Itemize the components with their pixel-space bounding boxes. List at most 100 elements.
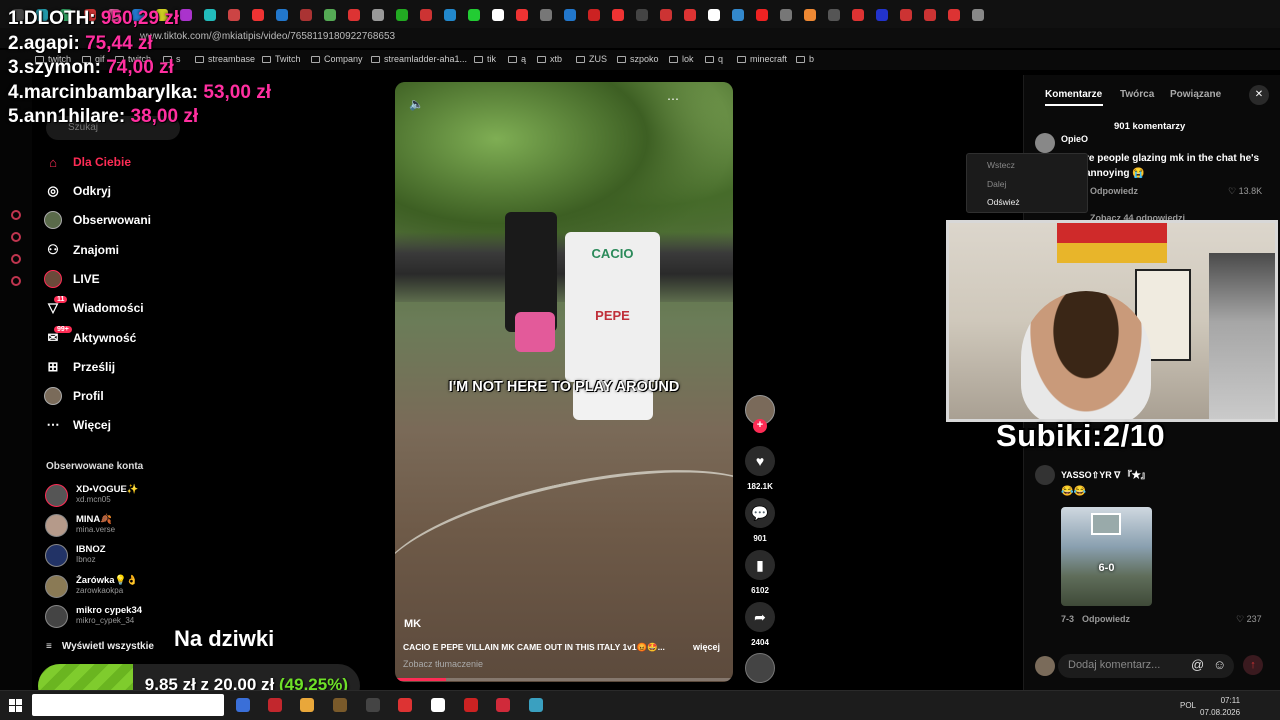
taskbar-app-icon[interactable] xyxy=(496,698,510,712)
browser-tab-favicon[interactable] xyxy=(972,9,984,21)
browser-tab-favicon[interactable] xyxy=(636,9,648,21)
nav-item-following[interactable]: Obserwowani xyxy=(44,208,151,232)
taskbar-app-icon[interactable] xyxy=(431,698,445,712)
nav-item-more[interactable]: ⋯ Więcej xyxy=(44,413,111,437)
bookmark-item[interactable]: streamladder-aha1... xyxy=(371,54,467,64)
bookmark-item[interactable]: ą xyxy=(508,54,526,64)
reply-button[interactable]: Odpowiedz xyxy=(1090,186,1138,196)
browser-tab-favicon[interactable] xyxy=(468,9,480,21)
nav-item-live[interactable]: LIVE xyxy=(44,267,100,291)
video-player[interactable]: CACIO PEPE 🔈 ⋯ I'M NOT HERE TO PLAY AROU… xyxy=(395,82,733,682)
browser-tab-favicon[interactable] xyxy=(348,9,360,21)
mention-icon[interactable]: @ xyxy=(1191,657,1204,672)
nav-item-upload[interactable]: ⊞ Prześlij xyxy=(44,355,115,379)
tray-language[interactable]: POL xyxy=(1180,701,1196,710)
bookmark-item[interactable]: tik xyxy=(474,54,496,64)
bookmark-item[interactable]: xtb xyxy=(537,54,562,64)
tray-clock[interactable]: 07:11 07.08.2026 xyxy=(1200,695,1240,719)
nav-item-profile[interactable]: Profil xyxy=(44,384,104,408)
close-icon[interactable]: ✕ xyxy=(1249,85,1269,105)
taskbar-app-icon[interactable] xyxy=(398,698,412,712)
browser-tab-favicon[interactable] xyxy=(924,9,936,21)
bookmark-item[interactable]: szpoko xyxy=(617,54,659,64)
taskbar-app-icon[interactable] xyxy=(333,698,347,712)
bookmark-item[interactable]: b xyxy=(796,54,814,64)
browser-tab-favicon[interactable] xyxy=(492,9,504,21)
bookmark-item[interactable]: lok xyxy=(669,54,694,64)
comment-like[interactable]: ♡ 13.8K xyxy=(1228,186,1262,197)
followed-account[interactable]: MINA🍂 mina.verse xyxy=(45,513,195,541)
send-button[interactable]: ↑ xyxy=(1243,655,1263,675)
avatar[interactable] xyxy=(1035,133,1055,153)
nav-item-for-you[interactable]: ⌂ Dla Ciebie xyxy=(44,150,131,174)
tab-related[interactable]: Powiązane xyxy=(1170,89,1221,100)
translate-link[interactable]: Zobacz tłumaczenie xyxy=(403,659,483,669)
comment-image[interactable]: 6-0 xyxy=(1061,507,1152,606)
followed-account[interactable]: XD•VOGUE✨ xd.mcn05 xyxy=(45,483,195,511)
taskbar-search-box[interactable] xyxy=(32,694,224,716)
share-button[interactable]: ➦ 2404 xyxy=(745,602,775,647)
video-progress-bar[interactable] xyxy=(395,678,733,681)
comment-username[interactable]: YASSO⇧YR ∇ 『★』 xyxy=(1061,468,1150,481)
save-button[interactable]: ▮ 6102 xyxy=(745,550,775,595)
taskbar-app-icon[interactable] xyxy=(300,698,314,712)
avatar[interactable] xyxy=(1035,465,1055,485)
sidebar-app-icon[interactable] xyxy=(11,210,21,220)
browser-tab-favicon[interactable] xyxy=(420,9,432,21)
browser-tab-favicon[interactable] xyxy=(900,9,912,21)
followed-account[interactable]: mikro cypek34 mikro_cypek_34 xyxy=(45,604,195,632)
browser-tab-favicon[interactable] xyxy=(276,9,288,21)
browser-tab-favicon[interactable] xyxy=(516,9,528,21)
browser-tab-favicon[interactable] xyxy=(756,9,768,21)
nav-item-friends[interactable]: ⚇ Znajomi xyxy=(44,238,119,262)
context-reload[interactable]: Odśwież xyxy=(987,197,1020,207)
comment-like[interactable]: ♡ 237 xyxy=(1236,614,1262,625)
taskbar-app-icon[interactable] xyxy=(529,698,543,712)
sidebar-app-icon[interactable] xyxy=(11,254,21,264)
context-back[interactable]: Wstecz xyxy=(987,160,1015,170)
taskbar-app-icon[interactable] xyxy=(236,698,250,712)
sidebar-app-icon[interactable] xyxy=(11,232,21,242)
taskbar-app-icon[interactable] xyxy=(268,698,282,712)
browser-tab-favicon[interactable] xyxy=(396,9,408,21)
context-forward[interactable]: Dalej xyxy=(987,179,1006,189)
browser-tab-favicon[interactable] xyxy=(588,9,600,21)
browser-tab-favicon[interactable] xyxy=(444,9,456,21)
browser-tab-favicon[interactable] xyxy=(804,9,816,21)
browser-tab-favicon[interactable] xyxy=(684,9,696,21)
browser-tab-favicon[interactable] xyxy=(828,9,840,21)
comment-button[interactable]: 💬 901 xyxy=(745,498,775,543)
browser-tab-favicon[interactable] xyxy=(948,9,960,21)
like-button[interactable]: ♥ 182.1K xyxy=(745,446,775,491)
followed-account[interactable]: IBNOZ Ibnoz xyxy=(45,543,195,571)
follow-plus-icon[interactable]: + xyxy=(753,419,767,433)
browser-tab-favicon[interactable] xyxy=(564,9,576,21)
browser-tab-favicon[interactable] xyxy=(612,9,624,21)
nav-item-explore[interactable]: ◎ Odkryj xyxy=(44,179,111,203)
taskbar-app-icon[interactable] xyxy=(366,698,380,712)
comment-input[interactable]: Dodaj komentarz... @ ☺ xyxy=(1058,654,1234,678)
emoji-icon[interactable]: ☺ xyxy=(1213,657,1226,672)
browser-tab-favicon[interactable] xyxy=(852,9,864,21)
tab-creator[interactable]: Twórca xyxy=(1120,89,1154,100)
browser-tab-favicon[interactable] xyxy=(300,9,312,21)
browser-tab-favicon[interactable] xyxy=(780,9,792,21)
bookmark-item[interactable]: q xyxy=(705,54,723,64)
browser-tab-favicon[interactable] xyxy=(372,9,384,21)
nav-item-activity[interactable]: ✉ 99+ Aktywność xyxy=(44,326,136,350)
taskbar-app-icon[interactable] xyxy=(464,698,478,712)
bookmark-item[interactable]: ZUS xyxy=(576,54,607,64)
browser-tab-favicon[interactable] xyxy=(324,9,336,21)
music-disc-icon[interactable] xyxy=(745,653,775,683)
video-menu-icon[interactable]: ⋯ xyxy=(667,92,680,106)
video-more-button[interactable]: więcej xyxy=(693,642,720,652)
browser-tab-favicon[interactable] xyxy=(660,9,672,21)
tab-comments[interactable]: Komentarze xyxy=(1045,89,1102,100)
browser-tab-favicon[interactable] xyxy=(876,9,888,21)
nav-item-messages[interactable]: ▽ 11 Wiadomości xyxy=(44,296,144,320)
bookmark-item[interactable]: minecraft xyxy=(737,54,787,64)
browser-tab-favicon[interactable] xyxy=(732,9,744,21)
comment-username[interactable]: OpieO xyxy=(1061,134,1088,144)
sidebar-app-icon[interactable] xyxy=(11,276,21,286)
volume-icon[interactable]: 🔈 xyxy=(409,97,424,111)
